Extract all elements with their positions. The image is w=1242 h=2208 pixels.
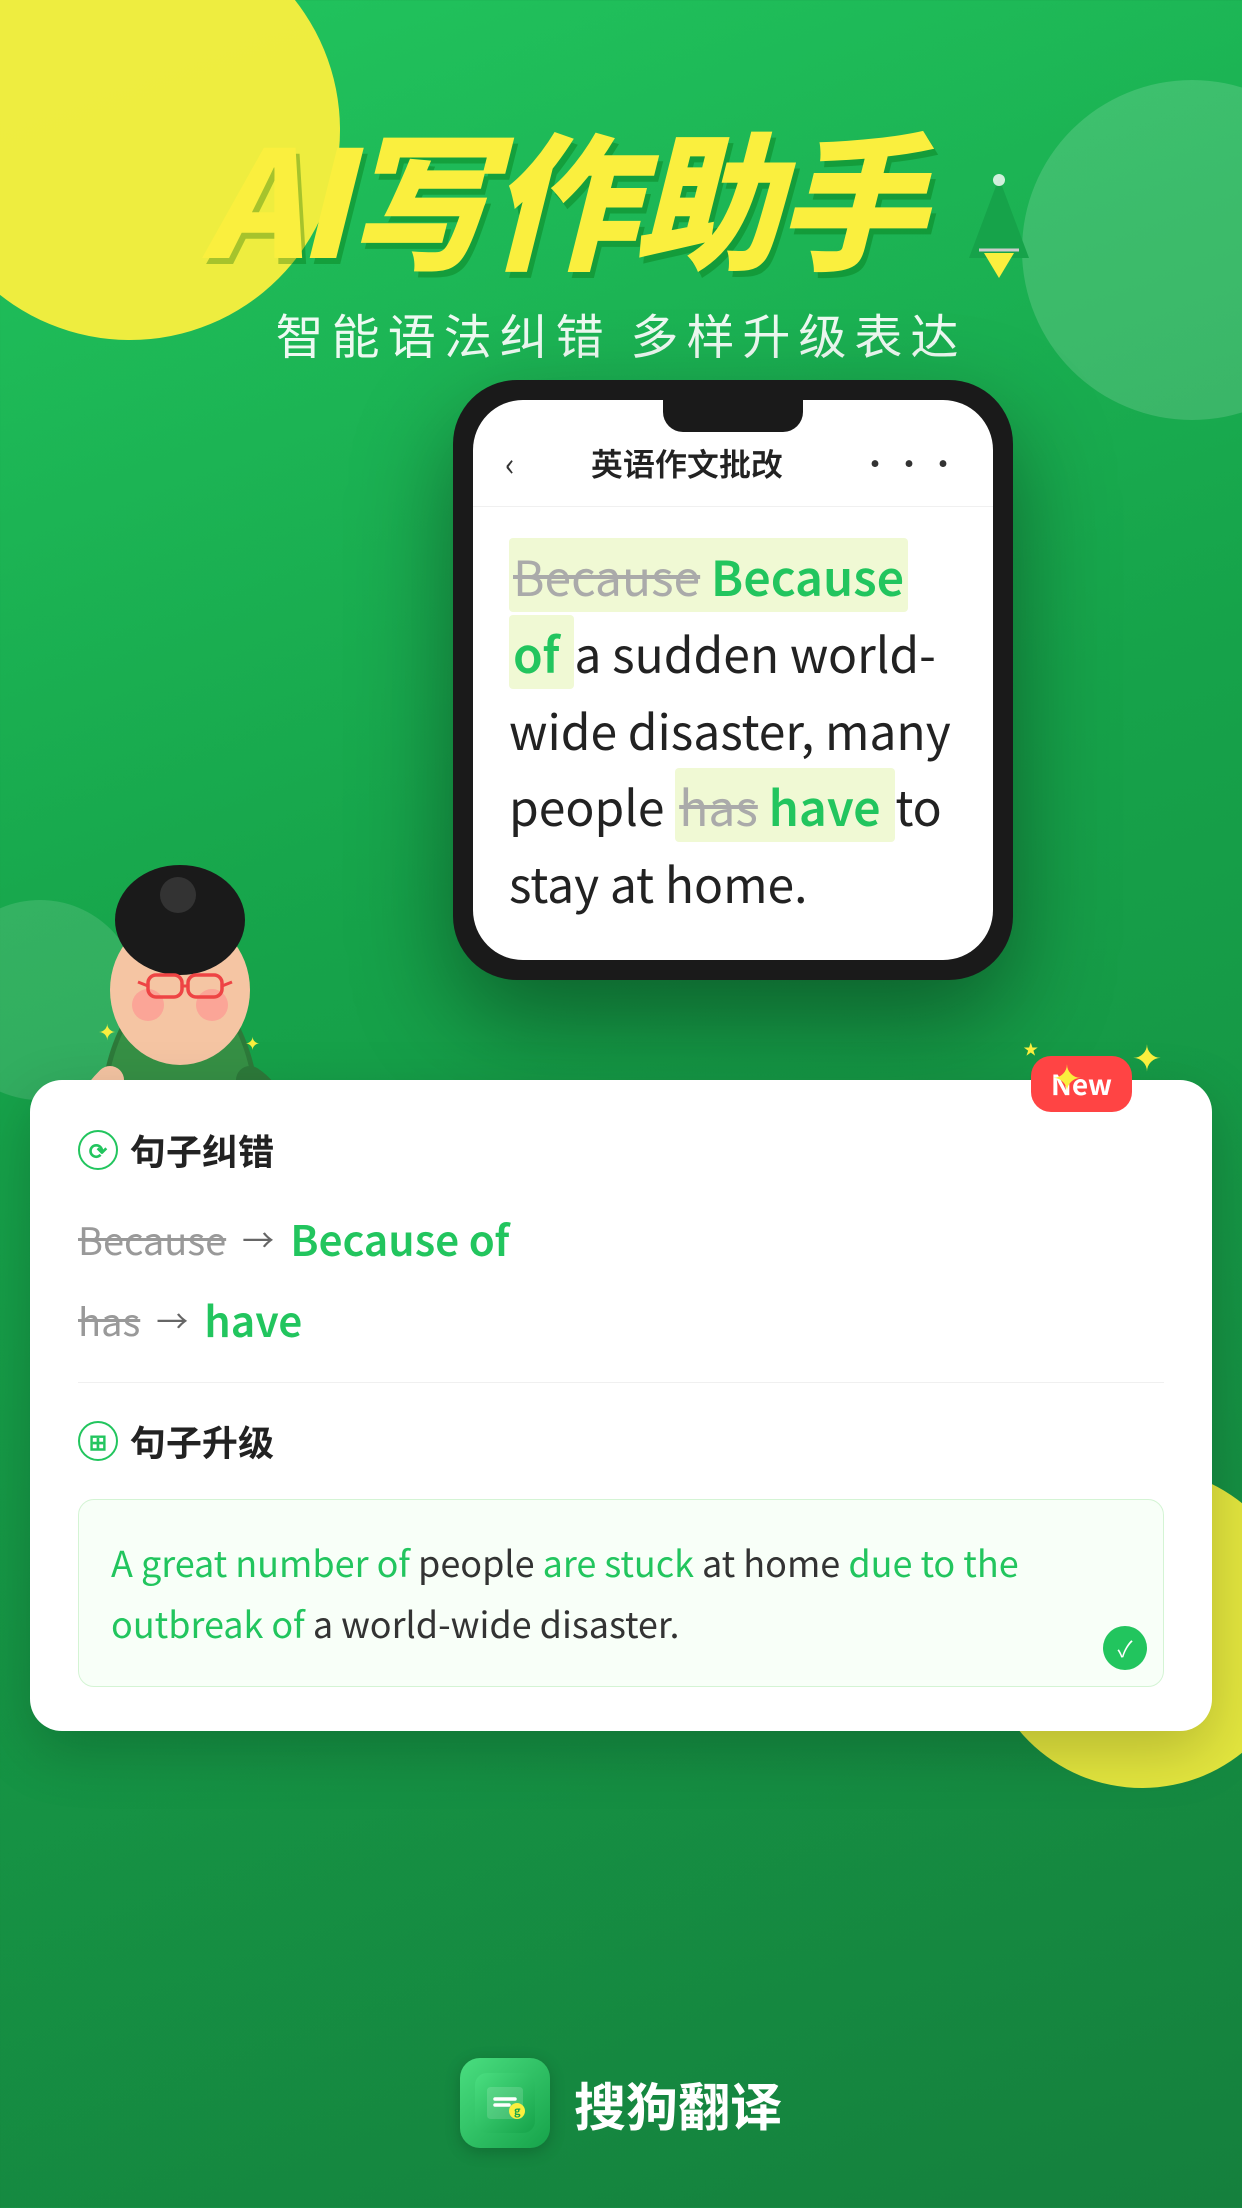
sparkle-icon-2: ✦ xyxy=(1052,1050,1082,1102)
arrow-icon-1: → xyxy=(242,1216,274,1262)
sparkle-icon-1: ✦ xyxy=(1132,1030,1162,1082)
upgrade-icon: ⊞ xyxy=(78,1421,118,1461)
content-highlight-2: of xyxy=(509,615,574,689)
upgrade-black-1: people xyxy=(410,1536,543,1588)
main-title: AI写作助手 xyxy=(0,120,1242,278)
subtitle: 智能语法纠错 多样升级表达 xyxy=(0,298,1242,368)
brand-name: 搜狗翻译 xyxy=(574,2066,782,2141)
svg-text:g: g xyxy=(514,2103,521,2119)
section1-title: ⟳ 句子纠错 xyxy=(78,1124,1164,1176)
check-icon: ✓ xyxy=(1103,1626,1147,1670)
arrow-icon-2: → xyxy=(156,1297,188,1343)
title-section: AI写作助手 智能语法纠错 多样升级表达 xyxy=(0,120,1242,368)
sparkle-icon-3: ⋆ xyxy=(1019,1020,1042,1072)
branding-section: g 搜狗翻译 xyxy=(0,2058,1242,2148)
correct-word-1: Because of xyxy=(290,1208,509,1269)
svg-text:✦: ✦ xyxy=(245,1030,260,1056)
upgrade-black-3: a world-wide disaster. xyxy=(305,1597,680,1649)
phone-screen: ‹ 英语作文批改 ··· Because Because of a sudden… xyxy=(473,400,993,960)
phone-notch xyxy=(663,400,803,432)
upgrade-green-2: are stuck xyxy=(543,1536,694,1588)
phone-mockup: ‹ 英语作文批改 ··· Because Because of a sudden… xyxy=(453,380,1013,980)
correction-icon: ⟳ xyxy=(78,1130,118,1170)
section-divider xyxy=(78,1382,1164,1383)
phone-content-area: Because Because of a sudden world- wide … xyxy=(473,507,993,951)
bottom-card: New ✦ ✦ ⋆ ⟳ 句子纠错 Because → Because of ha… xyxy=(30,1080,1212,1731)
menu-button[interactable]: ··· xyxy=(859,440,961,486)
upgrade-text-box: A great number of people are stuck at ho… xyxy=(78,1499,1164,1687)
phone-title: 英语作文批改 xyxy=(591,440,783,486)
svg-text:✦: ✦ xyxy=(98,1015,116,1047)
wrong-word-1: Because xyxy=(78,1211,226,1266)
content-highlight-1: Because Because xyxy=(509,538,908,612)
content-highlight-3: has have xyxy=(675,768,895,842)
correction-row-2: has → have xyxy=(78,1289,1164,1350)
section2-title: ⊞ 句子升级 xyxy=(78,1415,1164,1467)
back-button[interactable]: ‹ xyxy=(505,440,515,486)
app-icon: g xyxy=(460,2058,550,2148)
wrong-word-2: has xyxy=(78,1292,140,1347)
upgrade-black-2: at home xyxy=(694,1536,848,1588)
correction-row-1: Because → Because of xyxy=(78,1208,1164,1269)
upgrade-green-1: A great number of xyxy=(111,1536,410,1588)
correct-word-2: have xyxy=(204,1289,302,1350)
